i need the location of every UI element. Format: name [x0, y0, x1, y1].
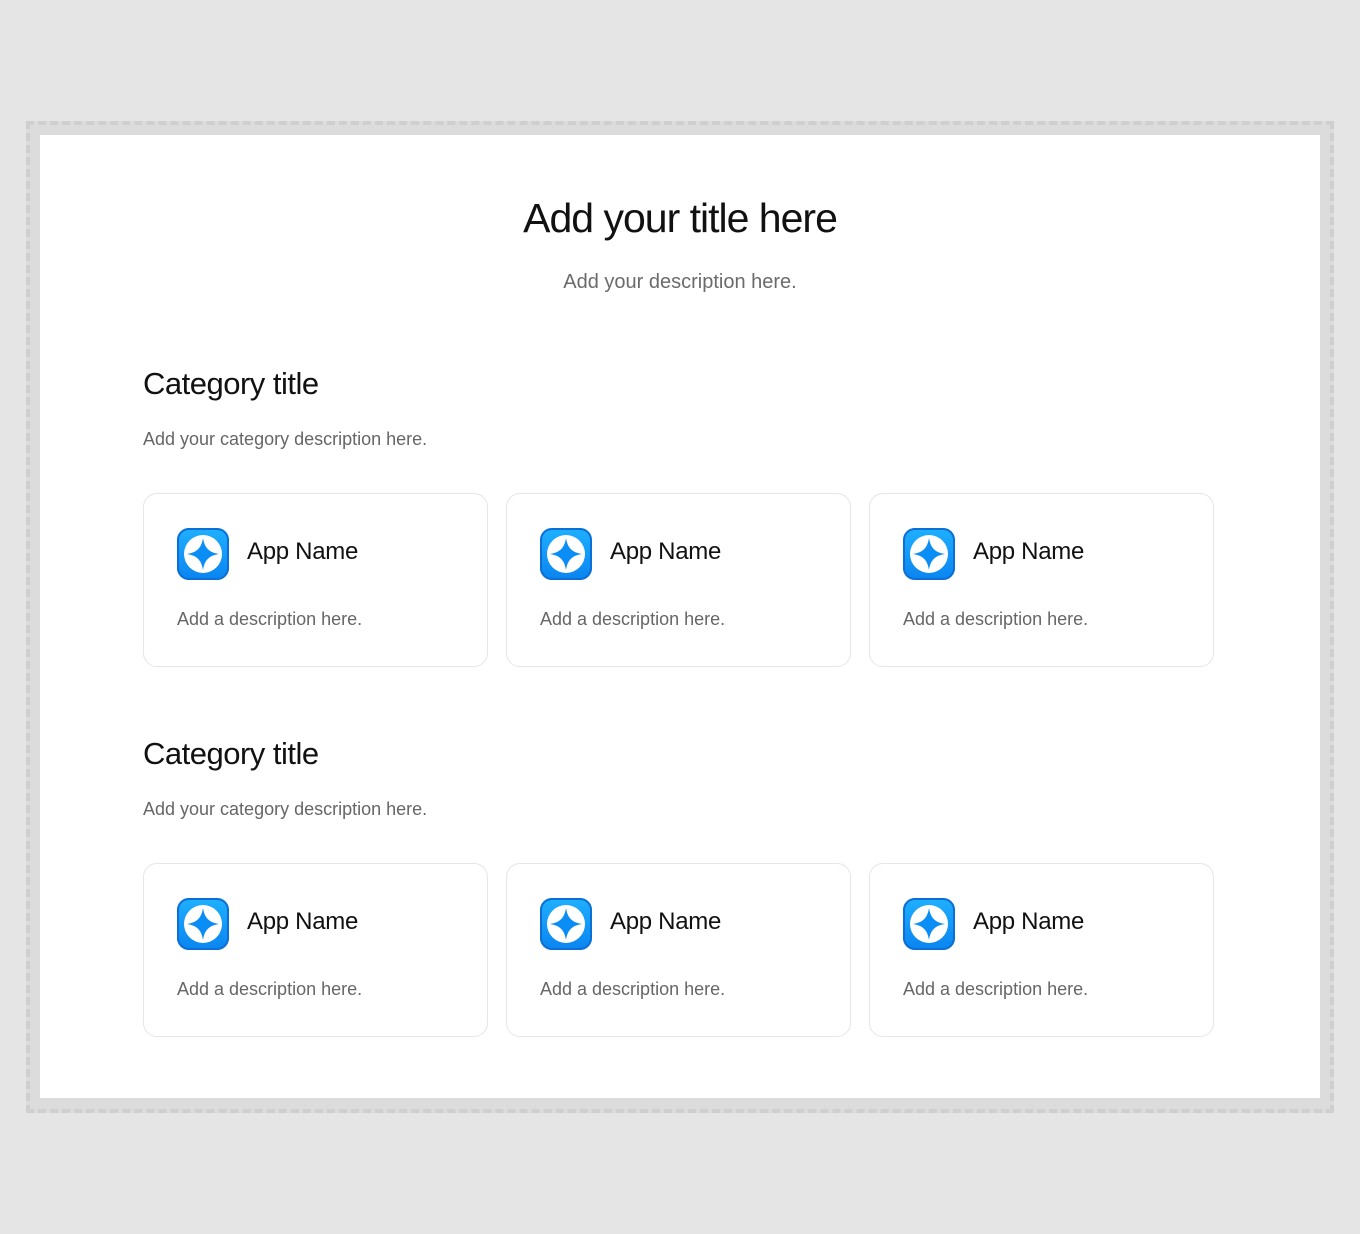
page-canvas: Add your title here Add your description… [40, 135, 1320, 1098]
app-name: App Name [973, 908, 1084, 935]
app-star-icon [903, 528, 955, 580]
app-description: Add a description here. [177, 979, 363, 999]
app-name: App Name [973, 538, 1084, 565]
app-name: App Name [610, 538, 721, 565]
app-card-row: App Name Add a description here. App Nam… [143, 493, 1214, 667]
category-description: Add your category description here. [143, 429, 428, 449]
app-description: Add a description here. [903, 979, 1089, 999]
app-description: Add a description here. [540, 609, 726, 629]
app-card[interactable]: App Name Add a description here. [143, 493, 488, 667]
app-description: Add a description here. [177, 609, 363, 629]
app-description: Add a description here. [903, 609, 1089, 629]
app-card[interactable]: App Name Add a description here. [869, 863, 1214, 1037]
page-title: Add your title here [523, 195, 838, 241]
category-section: Category title Add your category descrip… [143, 735, 1215, 1037]
app-name: App Name [247, 908, 358, 935]
app-card-row: App Name Add a description here. App Nam… [143, 863, 1214, 1037]
category-description: Add your category description here. [143, 799, 428, 819]
app-name: App Name [610, 908, 721, 935]
category-section: Category title Add your category descrip… [143, 365, 1215, 667]
app-star-icon [903, 898, 955, 950]
category-title: Category title [143, 736, 319, 771]
category-title: Category title [143, 366, 319, 401]
app-description: Add a description here. [540, 979, 726, 999]
app-card[interactable]: App Name Add a description here. [143, 863, 488, 1037]
app-star-icon [177, 898, 229, 950]
app-star-icon [177, 528, 229, 580]
page-description: Add your description here. [563, 271, 797, 293]
app-name: App Name [247, 538, 358, 565]
app-card[interactable]: App Name Add a description here. [869, 493, 1214, 667]
app-star-icon [540, 898, 592, 950]
app-card[interactable]: App Name Add a description here. [506, 493, 851, 667]
app-card[interactable]: App Name Add a description here. [506, 863, 851, 1037]
app-star-icon [540, 528, 592, 580]
